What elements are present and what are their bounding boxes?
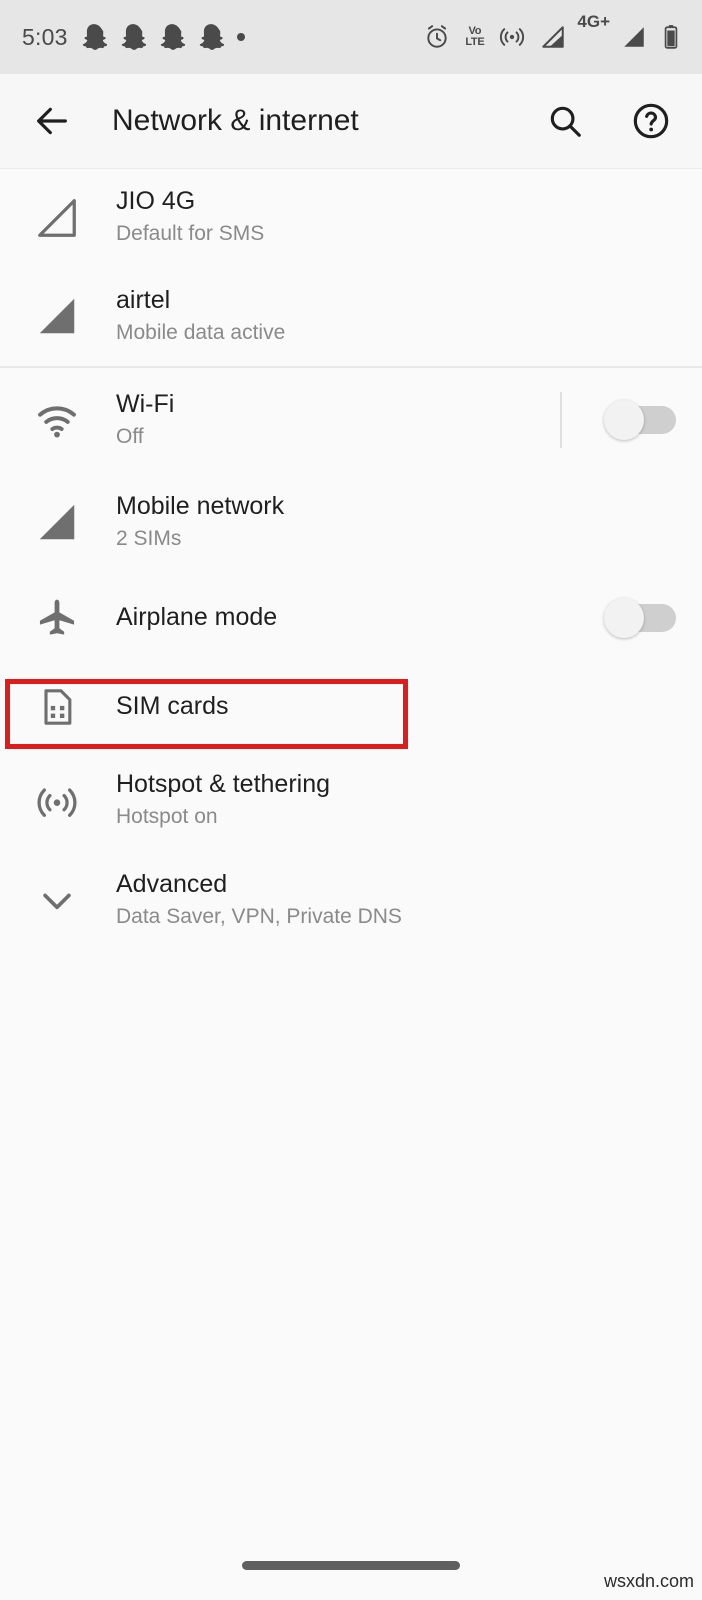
home-gesture-pill[interactable] xyxy=(242,1560,460,1570)
hotspot-icon xyxy=(26,777,88,823)
app-bar-actions xyxy=(540,96,676,146)
back-button[interactable] xyxy=(26,95,78,147)
list-item-title: Airplane mode xyxy=(116,603,278,632)
list-item-airtel[interactable]: airtel Mobile data active xyxy=(0,266,702,366)
list-item-text: Hotspot & tethering Hotspot on xyxy=(116,769,330,832)
status-bar: 5:03 Vo LTE 4G+ xyxy=(0,0,702,74)
alarm-icon xyxy=(427,25,447,48)
list-item-title: Advanced xyxy=(116,869,228,898)
search-button[interactable] xyxy=(540,96,590,146)
settings-list: JIO 4G Default for SMS airtel Mobile dat… xyxy=(0,169,702,950)
list-item-sim-cards[interactable]: SIM cards xyxy=(0,664,702,750)
network-type-label: 4G+ xyxy=(577,12,610,31)
watermark: wsxdn.com xyxy=(603,1571,694,1591)
gesture-nav-bar xyxy=(0,1530,702,1600)
snapchat-ghost-icon xyxy=(160,24,185,50)
toggle-knob xyxy=(604,598,644,638)
list-item-title: Hotspot & tethering xyxy=(116,769,331,798)
status-bar-left: 5:03 xyxy=(22,23,245,51)
sim-card-icon xyxy=(26,685,88,729)
signal-sim2-icon xyxy=(624,27,644,47)
help-button[interactable] xyxy=(626,96,676,146)
search-icon xyxy=(550,106,581,137)
list-item-title: JIO 4G xyxy=(116,187,196,216)
list-item-subtitle: Off xyxy=(116,424,144,448)
list-item-subtitle: 2 SIMs xyxy=(116,526,182,550)
snapchat-ghost-icon xyxy=(121,24,146,50)
signal-sim1-icon xyxy=(542,26,565,48)
toggle-knob xyxy=(604,400,644,440)
toggle-divider xyxy=(560,392,562,448)
battery-icon xyxy=(664,25,678,49)
list-item-trailing xyxy=(604,573,676,663)
list-item-subtitle: Hotspot on xyxy=(116,804,218,828)
list-item-text: SIM cards xyxy=(116,691,229,722)
snapchat-ghost-icon xyxy=(199,24,224,50)
list-item-title: Wi-Fi xyxy=(116,389,175,418)
arrow-left-icon xyxy=(37,107,67,135)
signal-filled-icon xyxy=(26,293,88,339)
wifi-icon xyxy=(26,397,88,443)
list-item-text: JIO 4G Default for SMS xyxy=(116,186,264,249)
phone-screen: 5:03 Vo LTE 4G+ Network & internet JIO 4… xyxy=(0,0,702,1600)
list-item-text: Advanced Data Saver, VPN, Private DNS xyxy=(116,869,402,932)
list-item-text: Airplane mode xyxy=(116,602,277,633)
hotspot-icon xyxy=(500,28,525,46)
snapchat-ghost-icon xyxy=(82,24,107,50)
list-item-hotspot-tethering[interactable]: Hotspot & tethering Hotspot on xyxy=(0,750,702,850)
list-item-advanced[interactable]: Advanced Data Saver, VPN, Private DNS xyxy=(0,850,702,950)
volte-icon: Vo LTE xyxy=(465,25,485,48)
list-item-text: Mobile network 2 SIMs xyxy=(116,491,284,554)
list-item-subtitle: Default for SMS xyxy=(116,222,265,246)
wifi-toggle[interactable] xyxy=(604,400,676,440)
list-item-trailing xyxy=(560,375,676,465)
signal-outline-icon xyxy=(26,195,88,241)
list-item-wifi[interactable]: Wi-Fi Off xyxy=(0,368,702,472)
app-bar: Network & internet xyxy=(0,74,702,169)
list-item-title: SIM cards xyxy=(116,692,229,721)
signal-filled-icon xyxy=(26,499,88,545)
list-item-airplane-mode[interactable]: Airplane mode xyxy=(0,572,702,664)
status-bar-clock: 5:03 xyxy=(22,23,68,50)
page-title: Network & internet xyxy=(112,104,359,137)
airplane-mode-toggle[interactable] xyxy=(604,598,676,638)
help-circle-icon xyxy=(633,103,669,139)
list-item-subtitle: Data Saver, VPN, Private DNS xyxy=(116,904,402,928)
notification-dot-icon xyxy=(236,33,245,41)
list-item-mobile-network[interactable]: Mobile network 2 SIMs xyxy=(0,472,702,572)
list-item-title: Mobile network xyxy=(116,491,285,520)
list-item-text: Wi-Fi Off xyxy=(116,389,174,452)
list-item-jio-4g[interactable]: JIO 4G Default for SMS xyxy=(0,169,702,266)
list-item-title: airtel xyxy=(116,285,171,314)
status-bar-right: Vo LTE 4G+ xyxy=(424,12,680,50)
chevron-down-icon xyxy=(26,878,88,922)
airplane-icon xyxy=(26,596,88,640)
list-item-subtitle: Mobile data active xyxy=(116,320,286,344)
list-item-text: airtel Mobile data active xyxy=(116,285,285,348)
